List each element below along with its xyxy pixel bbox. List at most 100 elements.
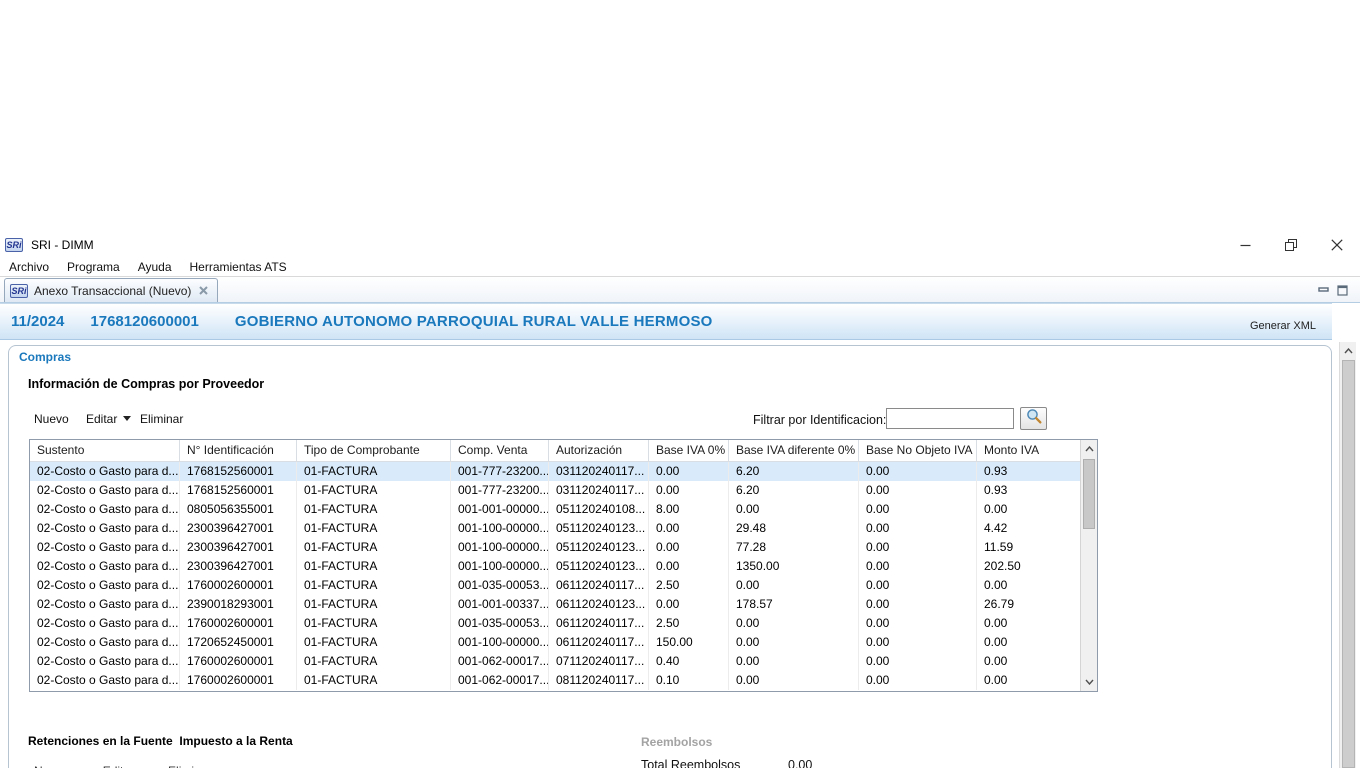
- scroll-up-icon[interactable]: [1081, 441, 1097, 457]
- table-row[interactable]: 02-Costo o Gasto para d...23003964270010…: [30, 557, 1097, 576]
- minimize-view-icon[interactable]: [1318, 283, 1329, 301]
- table-cell: 001-100-00000...: [451, 519, 549, 538]
- minimize-button[interactable]: [1222, 232, 1268, 258]
- column-header[interactable]: Comp. Venta: [451, 440, 549, 461]
- menu-item-archivo[interactable]: Archivo: [0, 260, 58, 274]
- column-header[interactable]: Autorización: [549, 440, 649, 461]
- editar-dropdown-icon[interactable]: [123, 416, 131, 421]
- table-cell: 0.00: [977, 633, 1080, 652]
- restore-button[interactable]: [1268, 232, 1314, 258]
- table-cell: 02-Costo o Gasto para d...: [30, 462, 180, 481]
- table-cell: 0.00: [977, 576, 1080, 595]
- column-header[interactable]: Monto IVA: [977, 440, 1080, 461]
- table-cell: 1760002600001: [180, 576, 297, 595]
- column-header[interactable]: Tipo de Comprobante: [297, 440, 451, 461]
- column-header[interactable]: Base IVA 0%: [649, 440, 729, 461]
- table-cell: 0.00: [649, 519, 729, 538]
- maximize-view-icon[interactable]: [1337, 283, 1348, 301]
- table-row[interactable]: 02-Costo o Gasto para d...1760002600001 0…: [30, 576, 1097, 595]
- table-cell: 0.00: [649, 481, 729, 500]
- table-row[interactable]: 02-Costo o Gasto para d...17681525600010…: [30, 462, 1097, 481]
- table-row[interactable]: 02-Costo o Gasto para d...17600026000010…: [30, 614, 1097, 633]
- editar-button-retenciones[interactable]: Editar: [103, 764, 134, 768]
- table-cell: 01-FACTURA: [297, 519, 451, 538]
- table-row[interactable]: 02-Costo o Gasto para d...08050563550010…: [30, 500, 1097, 519]
- menu-bar: ArchivoProgramaAyudaHerramientas ATS: [0, 258, 1360, 277]
- table-cell: 02-Costo o Gasto para d...: [30, 557, 180, 576]
- filter-label: Filtrar por Identificacion:: [753, 413, 886, 427]
- app-logo-icon: SRi: [5, 238, 23, 252]
- table-cell: 1760002600001: [180, 614, 297, 633]
- table-row[interactable]: 02-Costo o Gasto para d...23003964270010…: [30, 519, 1097, 538]
- table-cell: 051120240123...: [549, 538, 649, 557]
- table-cell: 001-062-00017...: [451, 652, 549, 671]
- filter-input[interactable]: [886, 408, 1014, 429]
- scrollbar-thumb[interactable]: [1083, 459, 1095, 529]
- column-header[interactable]: Sustento: [30, 440, 180, 461]
- table-row[interactable]: 02-Costo o Gasto para d...23900182930010…: [30, 595, 1097, 614]
- table-row[interactable]: 02-Costo o Gasto para d...17600026000010…: [30, 652, 1097, 671]
- table-cell: 0.00: [729, 671, 859, 690]
- eliminar-button[interactable]: Eliminar: [140, 412, 183, 426]
- table-cell: 2.50: [649, 576, 729, 595]
- table-cell: 02-Costo o Gasto para d...: [30, 481, 180, 500]
- table-cell: 0.00: [859, 519, 977, 538]
- editar-button[interactable]: Editar: [86, 412, 117, 426]
- eliminar-button-retenciones[interactable]: Eliminar: [168, 764, 211, 768]
- nuevo-button-retenciones[interactable]: Nuevo: [34, 764, 69, 768]
- table-cell: 77.28: [729, 538, 859, 557]
- table-cell: 1720652450001: [180, 633, 297, 652]
- table-cell: 0.00: [859, 481, 977, 500]
- table-cell: 0.00: [859, 652, 977, 671]
- total-reembolsos-value: 0.00: [788, 758, 812, 768]
- menu-item-ayuda[interactable]: Ayuda: [129, 260, 181, 274]
- table-cell: 1768152560001: [180, 481, 297, 500]
- table-cell: 0.00: [859, 576, 977, 595]
- view-scroll-up-icon[interactable]: [1340, 343, 1356, 359]
- table-row[interactable]: 02-Costo o Gasto para d...17681525600010…: [30, 481, 1097, 500]
- table-cell: 081120240117...: [549, 671, 649, 690]
- retenciones-toolbar: Nuevo Editar Eliminar: [34, 764, 211, 768]
- table-cell: 001-001-00000...: [451, 500, 549, 519]
- nuevo-button[interactable]: Nuevo: [34, 412, 69, 426]
- table-cell: 02-Costo o Gasto para d...: [30, 500, 180, 519]
- search-button[interactable]: [1020, 407, 1047, 430]
- table-cell: 0.00: [729, 500, 859, 519]
- table-cell: 0.00: [859, 595, 977, 614]
- close-button[interactable]: [1314, 232, 1360, 258]
- table-cell: 01-FACTURA: [297, 481, 451, 500]
- table-cell: 0.00: [859, 671, 977, 690]
- table-cell: 6.20: [729, 462, 859, 481]
- generar-xml-button[interactable]: Generar XML: [1250, 320, 1316, 332]
- view-scrollbar[interactable]: [1339, 342, 1356, 768]
- total-reembolsos-label: Total Reembolsos: [641, 758, 740, 768]
- table-cell: 0.00: [859, 538, 977, 557]
- table-cell: 0.10: [649, 671, 729, 690]
- table-cell: 1350.00: [729, 557, 859, 576]
- title-bar[interactable]: SRi SRI - DIMM: [0, 232, 1360, 258]
- table-row[interactable]: 02-Costo o Gasto para d...17206524500010…: [30, 633, 1097, 652]
- compras-table-header: SustentoN° IdentificaciónTipo de Comprob…: [30, 440, 1097, 462]
- table-cell: 01-FACTURA: [297, 633, 451, 652]
- table-row[interactable]: 02-Costo o Gasto para d...17600026000010…: [30, 671, 1097, 690]
- table-row[interactable]: 02-Costo o Gasto para d...23003964270010…: [30, 538, 1097, 557]
- table-cell: 001-100-00000...: [451, 538, 549, 557]
- table-cell: 8.00: [649, 500, 729, 519]
- table-scrollbar[interactable]: [1080, 440, 1097, 691]
- menu-item-programa[interactable]: Programa: [58, 260, 129, 274]
- table-cell: 0.93: [977, 481, 1080, 500]
- column-header[interactable]: Base IVA diferente 0%: [729, 440, 859, 461]
- view-scrollbar-thumb[interactable]: [1342, 360, 1355, 768]
- column-header[interactable]: Base No Objeto IVA: [859, 440, 977, 461]
- column-header[interactable]: N° Identificación: [180, 440, 297, 461]
- table-cell: 2390018293001: [180, 595, 297, 614]
- table-cell: 02-Costo o Gasto para d...: [30, 671, 180, 690]
- table-cell: 01-FACTURA: [297, 595, 451, 614]
- table-cell: 051120240123...: [549, 557, 649, 576]
- scroll-down-icon[interactable]: [1081, 674, 1097, 690]
- menu-item-herramientas-ats[interactable]: Herramientas ATS: [181, 260, 296, 274]
- tab-close-icon[interactable]: [197, 284, 210, 297]
- table-cell: 02-Costo o Gasto para d...: [30, 576, 180, 595]
- tab-anexo-transaccional[interactable]: SRi Anexo Transaccional (Nuevo): [4, 278, 218, 302]
- table-cell: 001-035-00053...: [451, 614, 549, 633]
